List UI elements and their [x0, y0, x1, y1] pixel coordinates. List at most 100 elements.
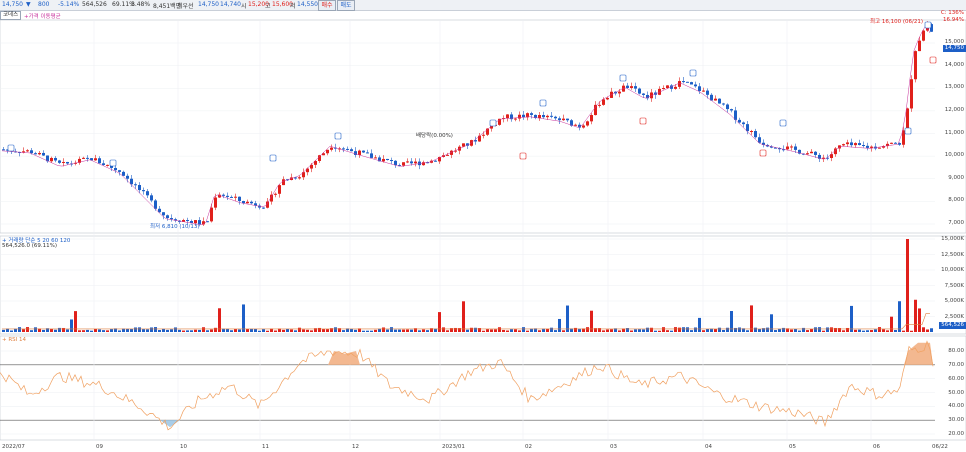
candle-body: [814, 151, 817, 155]
candle-body: [122, 171, 125, 176]
volume-bar: [130, 328, 133, 332]
candle-body: [102, 163, 105, 166]
x-axis-label: 2022/07: [2, 444, 25, 450]
volume-bar: [30, 330, 33, 332]
volume-bar: [558, 318, 561, 332]
candle-body: [786, 146, 789, 150]
last-price-tag: 14,750: [942, 45, 966, 52]
volume-bar: [666, 330, 669, 332]
volume-bar: [726, 327, 729, 332]
volume-bar: [930, 328, 933, 332]
volume-bar: [82, 330, 85, 332]
rsi-y-tick: 60.00: [948, 375, 964, 382]
volume-bar: [366, 330, 369, 332]
volume-bar: [610, 329, 613, 332]
signal-marker: [519, 152, 527, 160]
volume-bar: [42, 329, 45, 332]
candle-body: [238, 196, 241, 201]
volume-bar: [494, 329, 497, 332]
dividend-annotation: 배당락(0.00%): [416, 133, 453, 139]
volume-bar: [174, 327, 177, 332]
signal-marker: [904, 127, 912, 135]
low-annotation: 최저 6,810 (10/13): [150, 224, 200, 230]
signal-marker: [689, 69, 697, 77]
candle-body: [234, 196, 237, 198]
candle-body: [530, 113, 533, 115]
stock-chart[interactable]: [0, 0, 966, 452]
volume-bar: [918, 308, 921, 332]
volume-bar: [906, 239, 909, 332]
candle-body: [718, 98, 721, 104]
volume-bar: [250, 328, 253, 332]
volume-bar: [246, 329, 249, 332]
volume-bar: [722, 329, 725, 332]
volume-bar: [138, 327, 141, 332]
price-y-tick: 13,000: [944, 84, 964, 91]
volume-bar: [574, 327, 577, 332]
stock-name-tab[interactable]: 코데스: [0, 11, 22, 20]
candle-body: [114, 167, 117, 171]
signal-marker: [7, 144, 15, 152]
candle-body: [866, 145, 869, 148]
volume-bar: [426, 330, 429, 332]
candle-body: [298, 177, 301, 179]
candle-body: [746, 124, 749, 132]
candle-body: [590, 115, 593, 122]
candle-body: [854, 143, 857, 146]
volume-bar: [650, 327, 653, 332]
volume-bar: [690, 330, 693, 332]
volume-bar: [22, 329, 25, 332]
price-y-tick: 9,000: [948, 174, 964, 181]
candle-body: [54, 157, 57, 161]
volume-bar: [914, 299, 917, 332]
x-axis-label: 11: [262, 444, 269, 450]
volume-bar: [98, 329, 101, 332]
volume-bar: [306, 329, 309, 332]
candle-body: [742, 122, 745, 125]
volume-bar: [810, 328, 813, 332]
volume-bar: [406, 329, 409, 332]
volume-bar: [670, 330, 673, 332]
volume-bar: [658, 330, 661, 332]
candle-body: [30, 150, 33, 154]
volume-bar: [106, 330, 109, 332]
top-ratio-tag-2: 16.94%: [943, 17, 964, 23]
volume-bar: [294, 330, 297, 332]
volume-bar: [362, 330, 365, 332]
volume-bar: [874, 329, 877, 332]
volume-bar: [894, 330, 897, 332]
moving-average-line: [1, 24, 931, 226]
x-axis-label: 06: [873, 444, 880, 450]
volume-bar: [238, 329, 241, 332]
x-axis-label: 04: [705, 444, 712, 450]
candle-body: [702, 90, 705, 92]
candle-body: [538, 115, 541, 119]
volume-bar: [282, 329, 285, 332]
candle-body: [282, 179, 285, 186]
volume-bar: [490, 329, 493, 332]
volume-bar: [66, 329, 69, 332]
candle-body: [794, 146, 797, 150]
volume-bar: [538, 330, 541, 332]
candle-body: [630, 86, 633, 88]
volume-bar: [62, 327, 65, 332]
candle-body: [574, 124, 577, 126]
candle-body: [690, 82, 693, 85]
candle-body: [222, 194, 225, 196]
volume-y-tick: 7,500K: [944, 282, 964, 289]
volume-bar: [846, 327, 849, 332]
candle-body: [106, 164, 109, 166]
candle-body: [922, 30, 925, 41]
signal-marker: [334, 132, 342, 140]
signal-marker: [109, 159, 117, 167]
volume-bar: [334, 327, 337, 332]
volume-bar: [370, 330, 373, 332]
volume-bar: [550, 327, 553, 332]
candle-body: [62, 161, 65, 163]
candle-body: [130, 178, 133, 185]
volume-bar: [606, 329, 609, 332]
candle-body: [26, 150, 29, 152]
volume-bar: [510, 329, 513, 332]
candle-body: [374, 157, 377, 159]
candle-body: [2, 149, 5, 151]
